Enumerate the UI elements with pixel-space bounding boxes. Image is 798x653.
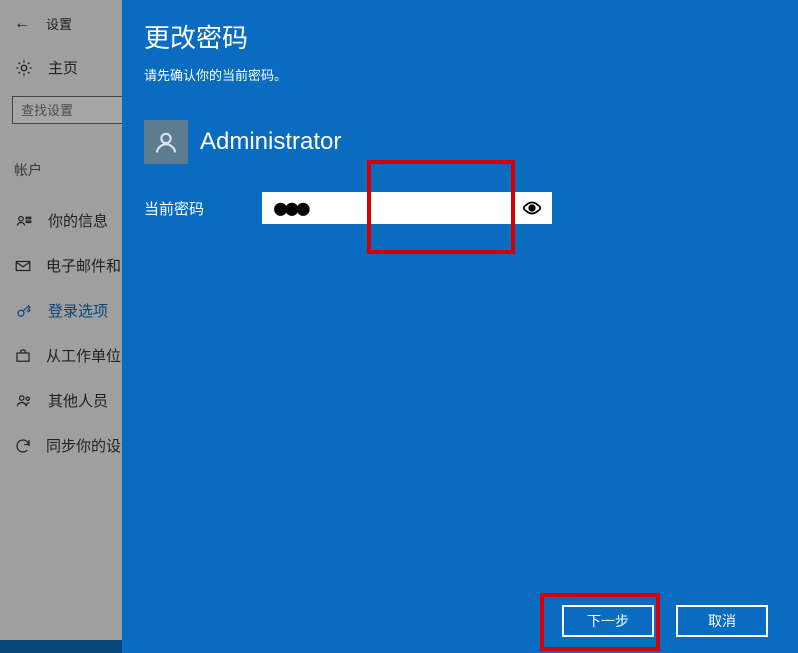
cancel-button[interactable]: 取消 xyxy=(676,605,768,637)
sidebar-item-email[interactable]: 电子邮件和... xyxy=(0,243,122,288)
page-subtitle: 请先确认你的当前密码。 xyxy=(144,65,766,84)
titlebar-title: 设置 xyxy=(46,14,72,33)
avatar xyxy=(144,120,188,164)
sidebar-item-label: 你的信息 xyxy=(48,210,108,231)
sidebar-item-signin-options[interactable]: 登录选项 xyxy=(0,288,122,333)
briefcase-icon xyxy=(14,346,32,366)
mail-icon xyxy=(14,256,32,276)
person-card-icon xyxy=(14,211,34,231)
title-bar: ← 设置 xyxy=(0,10,122,37)
people-icon xyxy=(14,391,34,411)
nav-home-label: 主页 xyxy=(48,57,78,78)
next-button[interactable]: 下一步 xyxy=(562,605,654,637)
nav-home[interactable]: 主页 xyxy=(0,37,122,96)
sidebar-item-label: 电子邮件和... xyxy=(46,255,122,276)
current-password-input[interactable] xyxy=(262,192,552,224)
sync-icon xyxy=(14,436,32,456)
sidebar-item-other-people[interactable]: 其他人员 xyxy=(0,378,122,423)
sidebar-item-label: 其他人员 xyxy=(48,390,108,411)
current-password-label: 当前密码 xyxy=(144,198,254,219)
sidebar-item-work-access[interactable]: 从工作单位... xyxy=(0,333,122,378)
sidebar-item-sync[interactable]: 同步你的设... xyxy=(0,423,122,468)
sidebar-item-label: 登录选项 xyxy=(48,300,108,321)
sidebar-item-label: 同步你的设... xyxy=(46,435,122,456)
reveal-password-icon[interactable] xyxy=(518,195,546,221)
username: Administrator xyxy=(200,128,341,156)
sidebar-item-your-info[interactable]: 你的信息 xyxy=(0,198,122,243)
gear-icon xyxy=(14,58,34,78)
sidebar-item-label: 从工作单位... xyxy=(46,345,122,366)
back-icon[interactable]: ← xyxy=(14,16,30,32)
taskbar-strip xyxy=(0,631,122,653)
search-input[interactable] xyxy=(12,96,122,124)
section-heading-accounts: 帐户 xyxy=(0,124,122,198)
key-icon xyxy=(14,301,34,321)
page-title: 更改密码 xyxy=(144,18,766,55)
